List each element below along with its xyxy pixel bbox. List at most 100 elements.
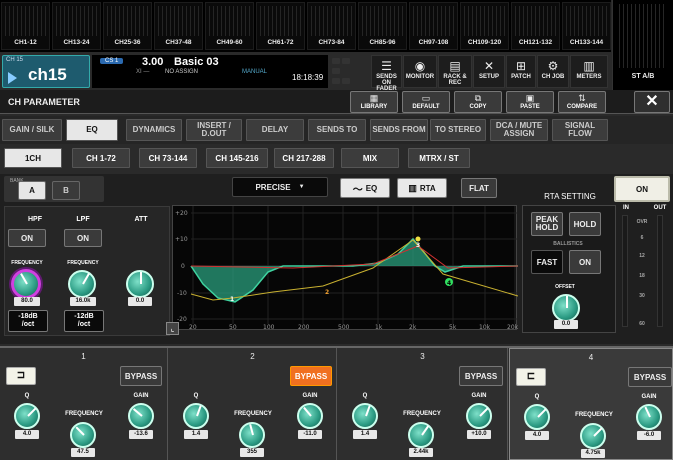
offset-knob[interactable] [552,294,580,322]
gain-knob[interactable] [636,404,662,430]
tab-ch-145-216[interactable]: CH 145-216 [206,148,268,168]
meter-group[interactable]: CH25-36 [103,2,152,50]
tab-gain-silk[interactable]: GAIN / SILK [2,119,62,141]
eq-type-select[interactable]: PRECISE ▼ [232,177,328,197]
lpf-slope-select[interactable]: -12dB /oct [64,310,104,332]
band-marker-3[interactable]: 3 [416,242,420,249]
title-bar: CH PARAMETER ▦ LIBRARY ▭ DEFAULT ⧉ COPY ▣ PA… [0,90,673,114]
eq-on-button[interactable]: ON [614,176,670,202]
tab-1ch[interactable]: 1CH [4,148,62,168]
rta-view-button[interactable]: ▥ RTA [397,178,447,198]
eq-view-button[interactable]: 〜 EQ [340,178,390,198]
paste-icon: ▣ [525,93,535,103]
bank-b-button[interactable]: B [52,181,80,200]
bypass-button[interactable]: BYPASS [290,366,332,386]
tab-dynamics[interactable]: DYNAMICS [126,119,182,141]
stereo-meter[interactable]: ST A/B [612,0,673,90]
frequency-knob[interactable] [239,422,265,448]
x-tick: 200 [298,324,310,331]
hpf-slope-select[interactable]: -18dB /oct [8,310,48,332]
meter-group[interactable]: CH121-132 [511,2,560,50]
meter-group[interactable]: CH97-108 [409,2,458,50]
copy-button[interactable]: ⧉ COPY [454,91,502,113]
q-knob[interactable] [14,403,40,429]
rta-on-button[interactable]: ON [569,250,601,274]
high-shelf-icon[interactable]: ⊏ [516,368,546,386]
q-knob[interactable] [183,403,209,429]
rack-rec-button[interactable]: ▤ RACK & REC [438,55,472,88]
setup-button[interactable]: ✕ SETUP [473,55,505,88]
meter-group[interactable]: CH61-72 [256,2,305,50]
meter-group[interactable]: CH85-96 [358,2,407,50]
peak-hold-button[interactable]: PEAK HOLD [531,212,563,236]
bypass-button[interactable]: BYPASS [120,366,162,386]
frequency-knob[interactable] [408,422,434,448]
out-meter [657,215,663,327]
flat-button[interactable]: FLAT [461,178,497,198]
att-knob[interactable] [126,270,154,298]
q-knob[interactable] [352,403,378,429]
toolbar-label: PATCH [511,74,531,80]
tab-dca-mute-assign[interactable]: DCA / MUTE ASSIGN [490,119,548,141]
meter-group[interactable]: CH133-144 [562,2,611,50]
meter-group[interactable]: CH13-24 [52,2,101,50]
tab-sends-from[interactable]: SENDS FROM [370,119,428,141]
q-knob[interactable] [524,404,550,430]
lpf-frequency-knob[interactable] [68,270,96,298]
default-button[interactable]: ▭ DEFAULT [402,91,450,113]
low-shelf-icon[interactable]: ⊐ [6,367,36,385]
tab-mix[interactable]: MIX [341,148,399,168]
tab-insert-dout[interactable]: INSERT / D.OUT [186,119,242,141]
gain-knob[interactable] [466,403,492,429]
sends-on-fader-button[interactable]: ☰ SENDS ON FADER [371,55,402,92]
eq-graph[interactable]: +20 +10 0 -10 -20 20 50 100 200 500 1k 2… [172,205,519,331]
tab-to-stereo[interactable]: TO STEREO [430,119,486,141]
bypass-button[interactable]: BYPASS [628,367,672,387]
bank-a-button[interactable]: A [18,181,46,200]
tab-signal-flow[interactable]: SIGNAL FLOW [552,119,608,141]
scene-display[interactable]: CS 1 3.00 Basic 03 XI — NO ASSIGN MANUAL… [92,55,328,88]
bypass-button[interactable]: BYPASS [459,366,503,386]
gain-knob[interactable] [297,403,323,429]
tab-eq[interactable]: EQ [66,119,118,141]
gain-knob[interactable] [128,403,154,429]
in-meter [622,215,628,327]
ballistics-select[interactable]: FAST [531,250,563,274]
selected-channel[interactable]: CH 15 ch15 [2,55,90,88]
band-marker-4[interactable]: 4 [447,280,451,287]
meter-group[interactable]: CH49-60 [205,2,254,50]
q-value: 1.4 [184,430,208,439]
meter-group[interactable]: CH1-12 [1,2,50,50]
band-marker-1[interactable]: 1 [230,296,234,303]
meters-button[interactable]: ▥ METERS [570,55,608,88]
tab-sends-to[interactable]: SENDS TO [308,119,366,141]
meter-group[interactable]: CH109-120 [460,2,509,50]
q-label: Q [534,394,540,400]
tab-ch-1-72[interactable]: CH 1-72 [72,148,130,168]
band-curve [190,245,519,269]
compare-button[interactable]: ⇅ COMPARE [558,91,606,113]
tab-ch-217-288[interactable]: CH 217-288 [274,148,334,168]
tab-ch-73-144[interactable]: CH 73-144 [139,148,197,168]
close-icon[interactable]: ✕ [634,91,670,113]
ch-job-button[interactable]: ⚙ CH JOB [537,55,569,88]
band-point-3[interactable] [415,236,421,242]
paste-button[interactable]: ▣ PASTE [506,91,554,113]
y-tick: +10 [175,236,188,243]
hpf-on-button[interactable]: ON [8,229,46,247]
hold-button[interactable]: HOLD [569,212,601,236]
band-marker-2[interactable]: 2 [325,289,329,296]
patch-button[interactable]: ⊞ PATCH [506,55,536,88]
meter-group[interactable]: CH73-84 [307,2,356,50]
lpf-on-button[interactable]: ON [64,229,102,247]
frequency-knob[interactable] [580,423,606,449]
monitor-button[interactable]: ◉ MONITOR [403,55,437,88]
tab-delay[interactable]: DELAY [246,119,304,141]
expand-graph-icon[interactable]: ⌞ [166,322,179,335]
tab-mtrx-st[interactable]: MTRX / ST [408,148,470,168]
x-tick: 10k [479,324,491,331]
frequency-knob[interactable] [70,422,96,448]
meter-group[interactable]: CH37-48 [154,2,203,50]
library-button[interactable]: ▦ LIBRARY [350,91,398,113]
hpf-frequency-knob[interactable] [11,269,41,299]
